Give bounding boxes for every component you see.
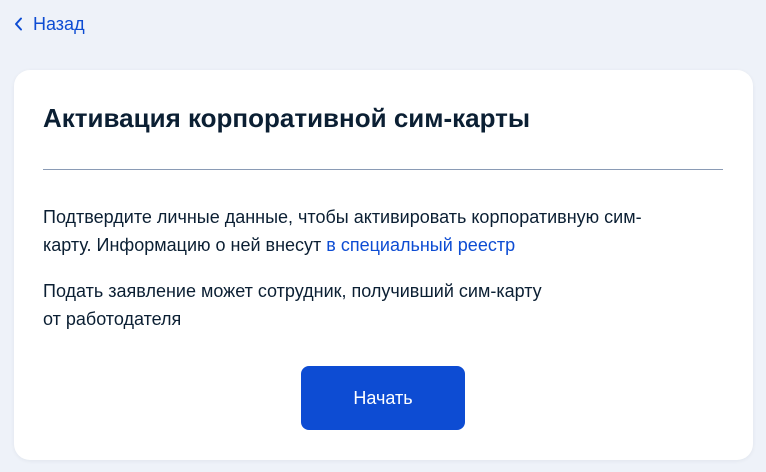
back-link[interactable]: Назад <box>14 12 85 36</box>
description-line-1: Подтвердите личные данные, чтобы активир… <box>43 207 642 227</box>
eligibility-line-2: от работодателя <box>43 309 182 329</box>
page-title: Активация корпоративной сим-карты <box>43 103 531 133</box>
description-paragraph: Подтвердите личные данные, чтобы активир… <box>43 203 729 259</box>
chevron-left-icon <box>14 12 23 36</box>
eligibility-paragraph: Подать заявление может сотрудник, получи… <box>43 277 643 333</box>
registry-link[interactable]: в специальный реестр <box>326 235 515 255</box>
back-link-label: Назад <box>33 14 85 34</box>
description-line-2: карту. Информацию о ней внесут в специал… <box>43 231 729 259</box>
description-line-2-text: карту. Информацию о ней внесут <box>43 235 327 255</box>
divider <box>43 169 723 170</box>
activation-card: Активация корпоративной сим-карты Подтве… <box>14 70 753 460</box>
eligibility-line-1: Подать заявление может сотрудник, получи… <box>43 281 542 301</box>
start-button[interactable]: Начать <box>301 366 465 430</box>
